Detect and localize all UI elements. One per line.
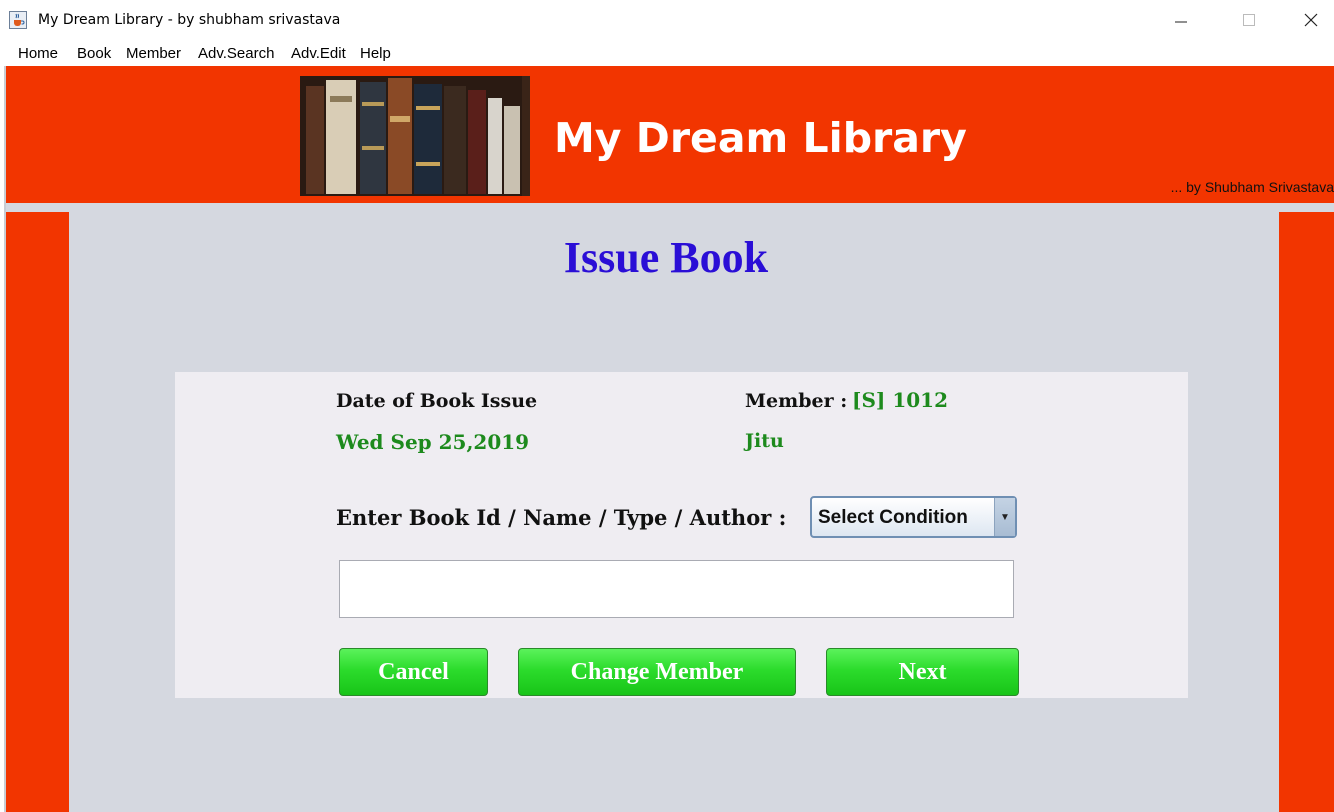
- right-border-panel: [1279, 212, 1334, 812]
- main-content: Issue Book Date of Book Issue Wed Sep 25…: [69, 212, 1279, 812]
- books-photo: [300, 76, 530, 196]
- triangle-down-icon[interactable]: ▼: [994, 498, 1015, 536]
- member-label: Member :: [745, 390, 848, 412]
- menu-help[interactable]: Help: [360, 45, 391, 62]
- next-button[interactable]: Next: [826, 648, 1019, 696]
- maximize-button[interactable]: [1226, 0, 1272, 40]
- close-button[interactable]: [1288, 0, 1334, 40]
- left-border-panel: [6, 212, 69, 812]
- cancel-button[interactable]: Cancel: [339, 648, 488, 696]
- window-title: My Dream Library - by shubham srivastava: [38, 12, 341, 28]
- menu-adv-search[interactable]: Adv.Search: [198, 45, 274, 62]
- date-label: Date of Book Issue: [336, 390, 538, 412]
- java-cup-icon: [9, 11, 27, 29]
- issue-form-panel: Date of Book Issue Wed Sep 25,2019 Membe…: [175, 372, 1188, 698]
- search-label: Enter Book Id / Name / Type / Author :: [336, 505, 787, 530]
- minimize-icon: [1175, 21, 1187, 23]
- menu-adv-edit[interactable]: Adv.Edit: [291, 45, 346, 62]
- change-member-button[interactable]: Change Member: [518, 648, 796, 696]
- header-banner: My Dream Library ... by Shubham Srivasta…: [6, 66, 1334, 203]
- divider: [6, 203, 1334, 212]
- menu-book[interactable]: Book: [77, 45, 111, 62]
- condition-select-value: Select Condition: [818, 507, 968, 528]
- member-id: [S] 1012: [852, 388, 948, 412]
- condition-select[interactable]: Select Condition ▼: [810, 496, 1017, 538]
- date-value: Wed Sep 25,2019: [336, 430, 530, 454]
- menu-member[interactable]: Member: [126, 45, 181, 62]
- close-icon: [1304, 13, 1318, 27]
- maximize-icon: [1243, 14, 1255, 26]
- menu-bar: Home Book Member Adv.Search Adv.Edit Hel…: [0, 40, 1334, 65]
- app-title: My Dream Library: [554, 114, 967, 162]
- minimize-button[interactable]: [1158, 0, 1204, 40]
- author-byline: ... by Shubham Srivastava: [1170, 179, 1334, 195]
- page-title: Issue Book: [563, 233, 769, 282]
- menu-home[interactable]: Home: [18, 45, 58, 62]
- window-titlebar: My Dream Library - by shubham srivastava: [0, 0, 1334, 40]
- member-name: Jitu: [745, 430, 784, 452]
- search-input[interactable]: [339, 560, 1014, 618]
